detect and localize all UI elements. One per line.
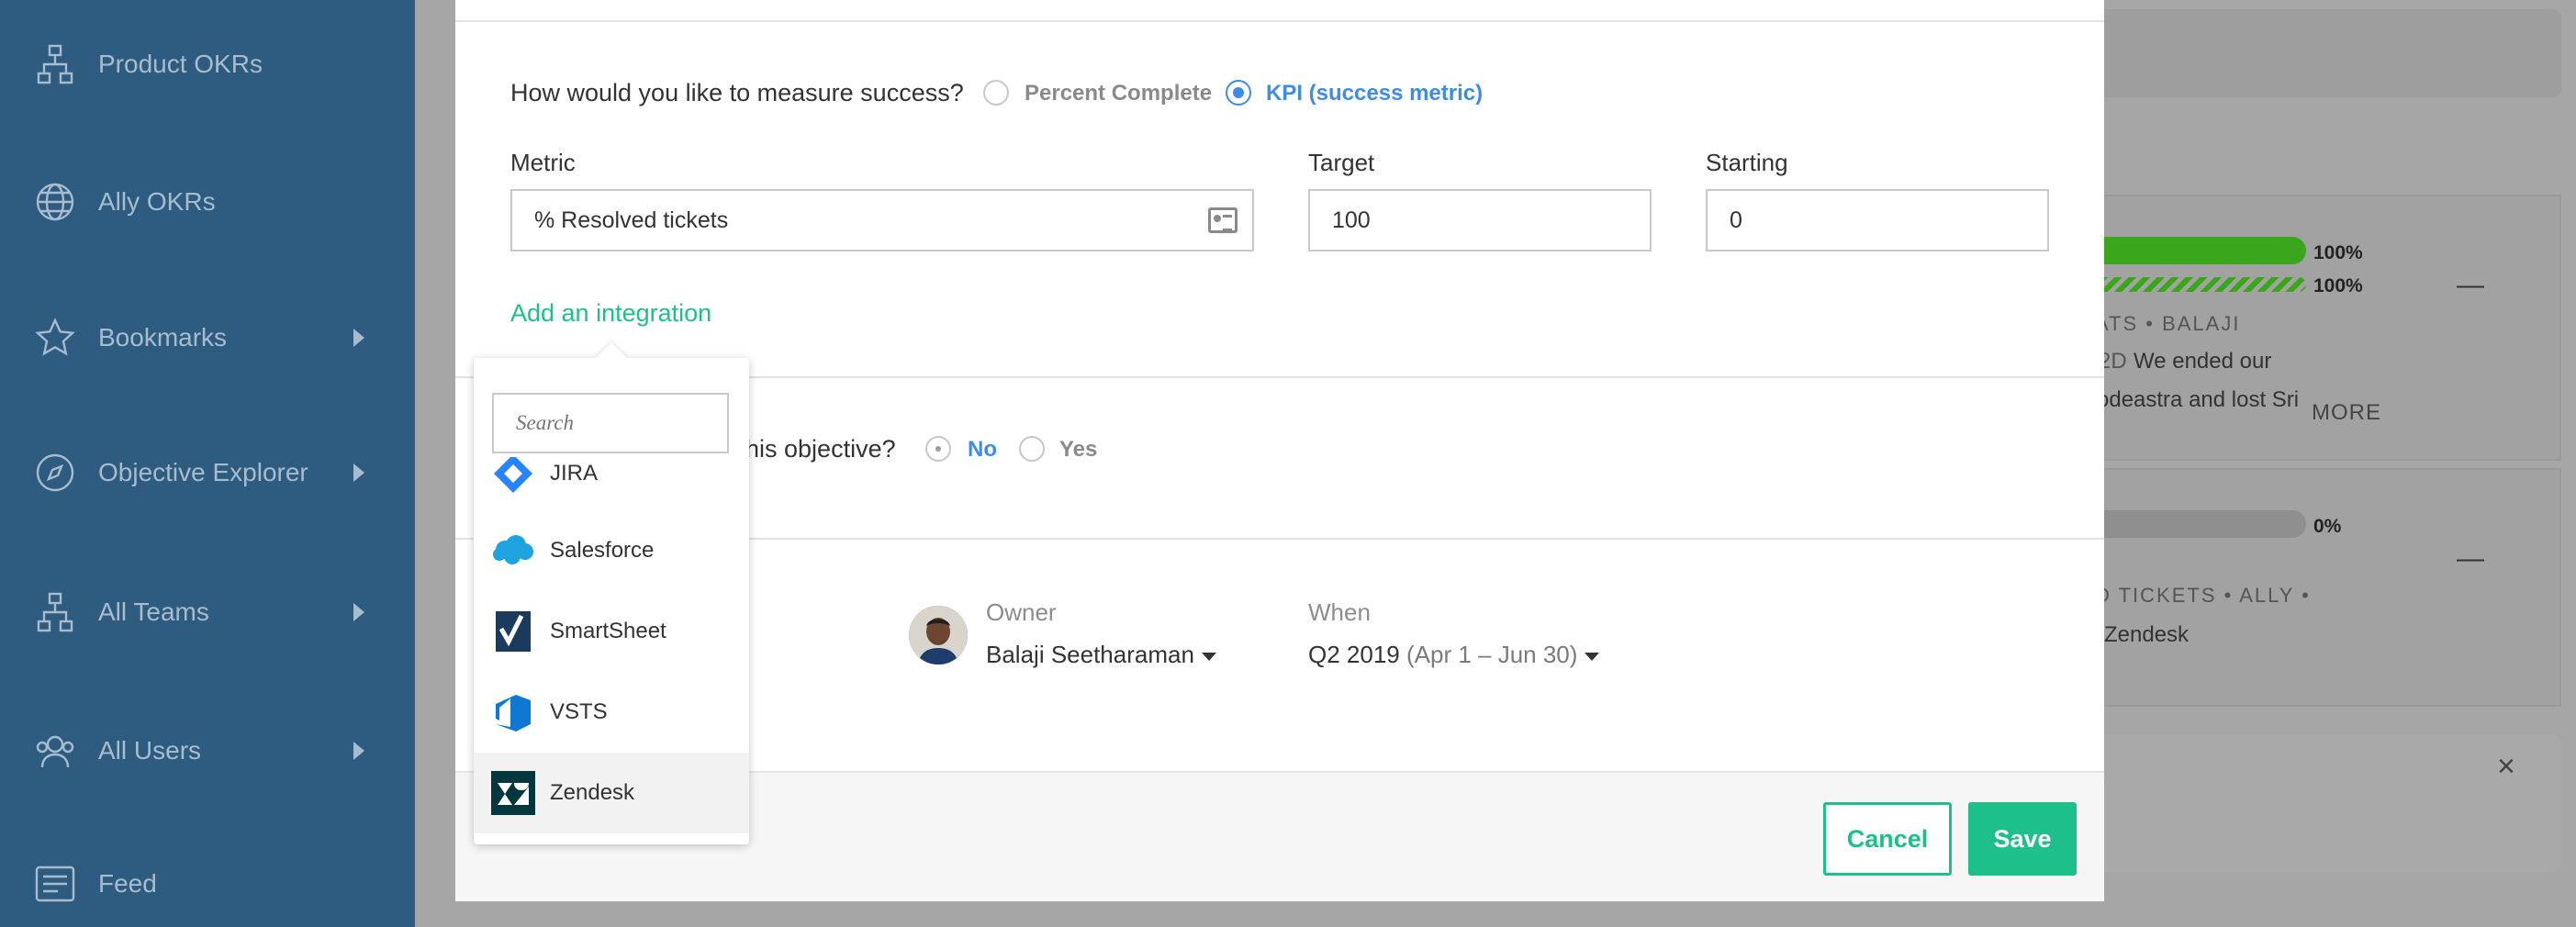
cancel-button[interactable]: Cancel [1823,802,1952,876]
caret-down-icon [1201,652,1216,661]
when-label: When [1308,598,1371,626]
contact-card-icon[interactable] [1208,207,1238,233]
starting-input[interactable]: 0 [1706,189,2049,251]
target-input[interactable]: 100 [1308,189,1652,251]
vsts-icon [496,695,531,732]
when-dropdown[interactable]: Q2 2019 (Apr 1 – Jun 30) [1308,641,1600,669]
progress-percent: 100% [2313,242,2363,263]
users-icon [35,731,75,771]
owner-label: Owner [986,598,1057,626]
sidebar-item-label: Feed [98,869,157,898]
okr-integration: Zendesk [2104,622,2190,647]
chevron-right-icon [353,603,364,621]
jira-icon [494,457,532,493]
integration-label: Zendesk [550,780,635,805]
progress-percent: 100% [2313,275,2363,296]
metric-label: Metric [510,149,576,176]
when-quarter: Q2 2019 [1308,641,1400,668]
okr-meta: D TICKETS • ALLY • [2095,584,2311,607]
integration-label: Salesforce [550,538,655,563]
sidebar-item-label: Ally OKRs [98,187,216,216]
integration-label: JIRA [550,461,599,486]
chevron-right-icon [353,742,364,760]
org-chart-icon [35,44,75,84]
globe-icon [35,182,75,222]
integration-label: VSTS [550,699,608,724]
integration-item-smartsheet[interactable]: SmartSheet [474,591,749,672]
org-chart-icon [35,592,75,632]
chevron-right-icon [353,464,364,482]
save-button[interactable]: Save [1968,802,2077,876]
sidebar-item-objective-explorer[interactable]: Objective Explorer [0,431,415,514]
radio-kpi[interactable] [1226,80,1251,106]
integration-list: JIRA Salesforce SmartSheet VSTS Zendesk [474,457,749,844]
percent-complete-label[interactable]: Percent Complete [1025,81,1212,106]
feed-icon [35,864,75,904]
integration-item-zendesk[interactable]: Zendesk [474,753,749,833]
metric-value: % Resolved tickets [534,207,729,233]
sidebar-item-bookmarks[interactable]: Bookmarks [0,296,415,379]
metric-input[interactable]: % Resolved tickets [510,189,1254,251]
smartsheet-icon [496,611,531,652]
starting-value: 0 [1730,207,1742,233]
sidebar-item-ally-okrs[interactable]: Ally OKRs [0,161,415,243]
more-link[interactable]: MORE [2312,400,2381,426]
sidebar-item-label: All Teams [98,598,209,626]
starting-label: Starting [1706,149,1788,176]
radio-yes[interactable] [1019,436,1045,462]
radio-no[interactable] [925,436,951,462]
target-value: 100 [1332,207,1371,233]
okr-note: odeastra and lost Sri [2097,387,2300,412]
background-okr-card: 0% — D TICKETS • ALLY • Zendesk [2084,468,2561,707]
radio-percent-complete[interactable] [983,80,1009,106]
star-icon [35,318,75,358]
owner-name: Balaji Seetharaman [986,641,1194,668]
measure-question: How would you like to measure success? [510,79,964,106]
sidebar: Product OKRs Ally OKRs Bookmarks Objecti… [0,0,415,927]
avatar [909,606,968,665]
background-okr-card: 100% 100% — ATS • BALAJI 2D We ended our… [2084,195,2561,461]
sidebar-item-label: Objective Explorer [98,458,308,486]
dash-text: — [2457,270,2484,300]
when-range: (Apr 1 – Jun 30) [1406,641,1578,668]
sidebar-item-label: Product OKRs [98,50,263,78]
progress-percent: 0% [2313,516,2342,537]
integration-search-input[interactable] [492,393,729,453]
integration-dropdown: JIRA Salesforce SmartSheet VSTS Zendesk [474,342,749,844]
salesforce-icon [493,535,533,564]
close-icon[interactable]: × [2497,749,2515,785]
okr-meta: ATS • BALAJI [2095,312,2241,335]
sidebar-item-label: All Users [98,736,202,765]
sidebar-item-all-teams[interactable]: All Teams [0,571,415,653]
no-label[interactable]: No [968,437,997,463]
background-header-card [2084,9,2561,97]
background-notice: × [2084,734,2561,872]
okr-note: We ended our [2134,349,2272,374]
sidebar-item-product-okrs[interactable]: Product OKRs [0,23,415,106]
target-label: Target [1308,149,1375,176]
zendesk-icon [491,771,535,815]
caret-down-icon [1585,652,1600,661]
progress-bar-track [2086,510,2306,538]
second-question: his objective? [745,435,896,463]
integration-item-jira[interactable]: JIRA [474,457,749,514]
integration-item-vsts[interactable]: VSTS [474,672,749,753]
sidebar-item-label: Bookmarks [98,323,228,352]
divider [455,20,2104,22]
kpi-label[interactable]: KPI (success metric) [1266,81,1483,106]
add-integration-link[interactable]: Add an integration [510,299,711,328]
compass-icon [35,452,75,493]
integration-item-salesforce[interactable]: Salesforce [474,510,749,591]
yes-label[interactable]: Yes [1059,437,1097,463]
sidebar-item-feed[interactable]: Feed [0,843,415,925]
chevron-right-icon [353,329,364,347]
progress-bar-fill [2086,237,2306,264]
integration-label: SmartSheet [550,619,666,643]
owner-dropdown[interactable]: Balaji Seetharaman [986,641,1216,669]
progress-bar-target [2086,277,2306,292]
dash-text: — [2457,543,2484,574]
sidebar-item-all-users[interactable]: All Users [0,709,415,792]
